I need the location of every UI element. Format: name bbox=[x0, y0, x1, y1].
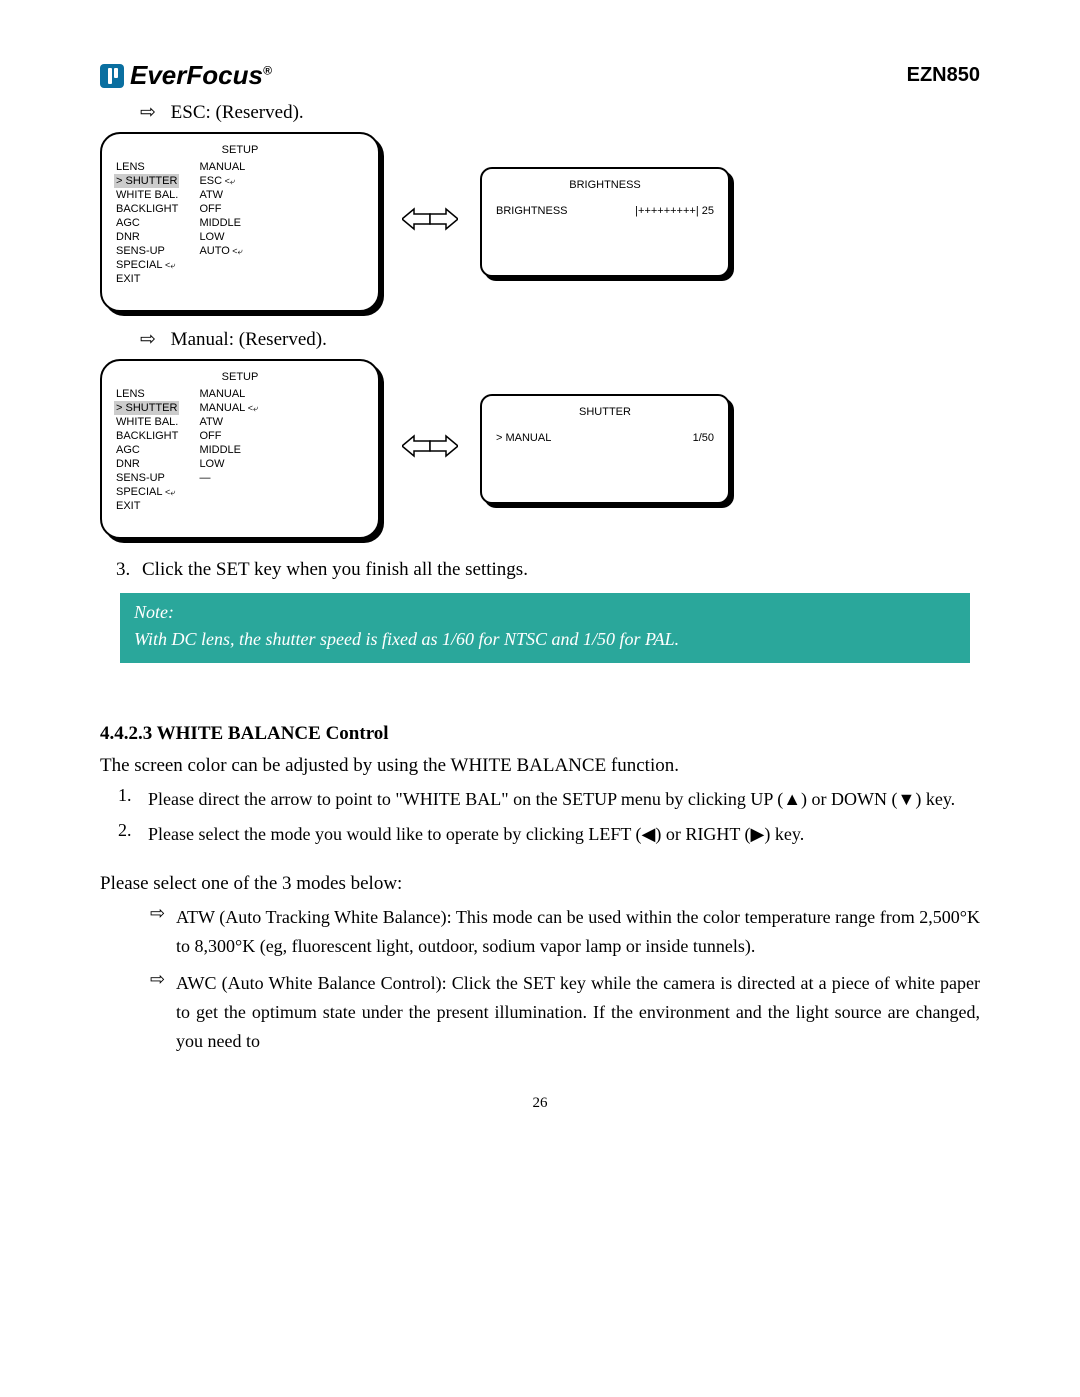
setup-esc-row: SETUP LENS SHUTTER WHITE BAL. BACKLIGHT … bbox=[100, 132, 980, 312]
menu-item: SENS-UP bbox=[116, 471, 179, 485]
menu-item: SPECIAL bbox=[116, 485, 179, 499]
shutter-title: SHUTTER bbox=[496, 406, 714, 418]
menu-value: LOW bbox=[199, 230, 245, 244]
mode-atw: ATW (Auto Tracking White Balance): This … bbox=[150, 903, 980, 961]
step-3: 3.Click the SET key when you finish all … bbox=[116, 559, 980, 581]
section-heading: 4.4.2.3 WHITE BALANCE Control bbox=[100, 723, 980, 745]
menu-value: OFF bbox=[199, 202, 245, 216]
setup-title: SETUP bbox=[116, 144, 364, 156]
wb-step-2: 2. Please select the mode you would like… bbox=[100, 820, 980, 849]
menu-item: AGC bbox=[116, 443, 179, 457]
menu-value: ESC bbox=[199, 174, 245, 188]
brightness-title: BRIGHTNESS bbox=[496, 179, 714, 191]
menu-value: OFF bbox=[199, 429, 258, 443]
menu-value: LOW bbox=[199, 457, 258, 471]
menu-left-col: LENS SHUTTER WHITE BAL. BACKLIGHT AGC DN… bbox=[116, 160, 179, 286]
menu-item-selected: SHUTTER bbox=[114, 401, 179, 415]
select-intro: Please select one of the 3 modes below: bbox=[100, 869, 980, 899]
menu-value: MIDDLE bbox=[199, 443, 258, 457]
setup-title: SETUP bbox=[116, 371, 364, 383]
menu-item: LENS bbox=[116, 160, 179, 174]
menu-value: MIDDLE bbox=[199, 216, 245, 230]
note-title: Note: bbox=[134, 599, 956, 626]
setup-menu-esc: SETUP LENS SHUTTER WHITE BAL. BACKLIGHT … bbox=[100, 132, 380, 312]
menu-value: ATW bbox=[199, 188, 245, 202]
menu-right-col-esc: MANUAL ESC ATW OFF MIDDLE LOW AUTO bbox=[199, 160, 245, 286]
menu-item: LENS bbox=[116, 387, 179, 401]
shutter-label: > MANUAL bbox=[496, 432, 551, 444]
page-number: 26 bbox=[100, 1095, 980, 1112]
setup-manual-row: SETUP LENS SHUTTER WHITE BAL. BACKLIGHT … bbox=[100, 359, 980, 539]
menu-item: DNR bbox=[116, 457, 179, 471]
shutter-value: 1/50 bbox=[693, 432, 714, 444]
wb-step-1: 1. Please direct the arrow to point to "… bbox=[100, 785, 980, 814]
note-box: Note: With DC lens, the shutter speed is… bbox=[120, 593, 970, 663]
menu-item: EXIT bbox=[116, 272, 179, 286]
section-intro: The screen color can be adjusted by usin… bbox=[100, 751, 980, 781]
menu-value: ATW bbox=[199, 415, 258, 429]
brightness-bar: |+++++++++| 25 bbox=[635, 205, 714, 217]
menu-item: SENS-UP bbox=[116, 244, 179, 258]
note-body: With DC lens, the shutter speed is fixed… bbox=[134, 626, 956, 653]
menu-item: WHITE BAL. bbox=[116, 188, 179, 202]
menu-value: — bbox=[199, 471, 258, 485]
brightness-box: BRIGHTNESS BRIGHTNESS |+++++++++| 25 bbox=[480, 167, 730, 277]
menu-value: MANUAL bbox=[199, 401, 258, 415]
double-arrow-icon bbox=[400, 204, 460, 241]
menu-item: DNR bbox=[116, 230, 179, 244]
mode-awc: AWC (Auto White Balance Control): Click … bbox=[150, 969, 980, 1055]
menu-item: EXIT bbox=[116, 499, 179, 513]
menu-item: SPECIAL bbox=[116, 258, 179, 272]
menu-item: WHITE BAL. bbox=[116, 415, 179, 429]
brand-name: EverFocus® bbox=[130, 60, 272, 91]
manual-reserved-line: Manual: (Reserved). bbox=[140, 328, 980, 351]
menu-item: BACKLIGHT bbox=[116, 429, 179, 443]
brand-logo: EverFocus® bbox=[100, 60, 272, 91]
page-header: EverFocus® EZN850 bbox=[100, 60, 980, 91]
menu-value: MANUAL bbox=[199, 160, 245, 174]
shutter-box: SHUTTER > MANUAL 1/50 bbox=[480, 394, 730, 504]
setup-menu-manual: SETUP LENS SHUTTER WHITE BAL. BACKLIGHT … bbox=[100, 359, 380, 539]
menu-left-col: LENS SHUTTER WHITE BAL. BACKLIGHT AGC DN… bbox=[116, 387, 179, 513]
esc-reserved-line: ESC: (Reserved). bbox=[140, 101, 980, 124]
everfocus-icon bbox=[100, 64, 124, 88]
brightness-label: BRIGHTNESS bbox=[496, 205, 568, 217]
menu-value: AUTO bbox=[199, 244, 245, 258]
menu-item: BACKLIGHT bbox=[116, 202, 179, 216]
menu-value: MANUAL bbox=[199, 387, 258, 401]
double-arrow-icon bbox=[400, 431, 460, 468]
menu-right-col-manual: MANUAL MANUAL ATW OFF MIDDLE LOW — bbox=[199, 387, 258, 513]
menu-item-selected: SHUTTER bbox=[114, 174, 179, 188]
model-number: EZN850 bbox=[907, 64, 980, 87]
menu-item: AGC bbox=[116, 216, 179, 230]
